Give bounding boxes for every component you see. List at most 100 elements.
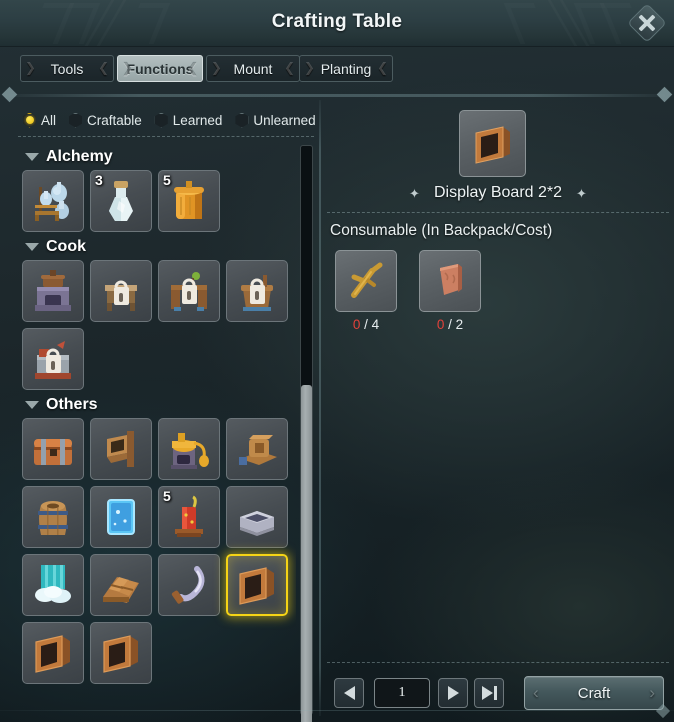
quantity-input[interactable]: 1 — [374, 678, 430, 708]
recipe-slot-quantity: 5 — [163, 172, 171, 188]
recipe-slot[interactable] — [226, 554, 288, 616]
material-cost-label: 0 / 2 — [437, 317, 463, 332]
recipe-slot[interactable] — [90, 554, 152, 616]
tab-tools[interactable]: ❯ Tools ❮ — [20, 55, 114, 82]
wood-crates-icon — [97, 561, 145, 609]
tab-bracket-right: ❮ — [187, 60, 198, 75]
tab-mount[interactable]: ❯ Mount ❮ — [206, 55, 300, 82]
recipe-slot-quantity: 3 — [95, 172, 103, 188]
material-slot[interactable] — [419, 250, 481, 312]
filter-radio-craftable[interactable]: Craftable — [68, 112, 142, 128]
tab-bracket-left: ❯ — [122, 60, 133, 75]
recipe-section-header-cook[interactable]: Cook — [25, 238, 296, 256]
sickle-icon — [165, 561, 213, 609]
filter-radio-unlearned[interactable]: Unlearned — [234, 112, 316, 128]
quantity-max-button[interactable] — [474, 678, 504, 708]
material-need-count: / 4 — [364, 317, 380, 332]
craft-bracket-left: ‹ — [533, 683, 539, 702]
quantity-decrease-button[interactable] — [334, 678, 364, 708]
recipe-section-header-alchemy[interactable]: Alchemy — [25, 148, 296, 166]
recipe-slot[interactable]: 3 — [90, 170, 152, 232]
potion-bottle-icon — [97, 177, 145, 225]
stone-stove-icon — [29, 267, 77, 315]
recipe-slot[interactable] — [90, 622, 152, 684]
recipe-slot[interactable] — [158, 418, 220, 480]
materials-list: 0 / 4 0 / 2 — [332, 250, 484, 332]
close-button[interactable] — [627, 3, 667, 43]
recipe-slot-quantity: 5 — [163, 488, 171, 504]
wooden-barrel-icon — [29, 493, 77, 541]
recipe-slot[interactable]: 5 — [158, 170, 220, 232]
material-slot[interactable] — [335, 250, 397, 312]
recipe-slot[interactable] — [22, 260, 84, 322]
tab-label: Planting — [320, 60, 372, 77]
recipe-list-viewport[interactable]: Alchemy 3 5 Cook Others 5 — [18, 142, 296, 714]
recipe-slot[interactable] — [22, 170, 84, 232]
recipe-slot[interactable] — [22, 622, 84, 684]
caret-down-icon — [25, 243, 39, 251]
copper-canister-icon — [165, 177, 213, 225]
tab-bracket-left: ❯ — [211, 60, 222, 75]
recipe-list-panel: All Craftable Learned Unlearned Alchemy 3 5… — [0, 100, 316, 722]
recipe-slot[interactable] — [90, 486, 152, 548]
skip-to-max-icon — [481, 686, 497, 700]
distillery-icon — [165, 425, 213, 473]
recipe-slot[interactable]: 5 — [158, 486, 220, 548]
detail-item-name: Display Board 2*2 — [433, 184, 563, 201]
tab-bracket-right: ❮ — [377, 60, 388, 75]
branch-icon — [342, 255, 390, 308]
recipe-scrollbar-thumb[interactable] — [301, 385, 312, 722]
tab-bracket-right: ❮ — [284, 60, 295, 75]
tab-planting[interactable]: ❯ Planting ❮ — [299, 55, 393, 82]
radio-hex-icon — [23, 112, 36, 128]
recipe-slot[interactable] — [22, 328, 84, 390]
firework-icon — [165, 493, 213, 541]
craft-action-bar: 1 ‹ Craft › — [322, 672, 674, 722]
waterfall-icon — [29, 561, 77, 609]
recipe-slot[interactable] — [90, 260, 152, 322]
material-entry: 0 / 4 — [332, 250, 400, 332]
radio-hex-icon — [154, 112, 168, 128]
recipe-slot[interactable] — [158, 554, 220, 616]
craft-button-label: Craft — [577, 684, 611, 702]
recipe-slot[interactable] — [22, 554, 84, 616]
recipe-slot[interactable] — [22, 486, 84, 548]
tab-label: Tools — [50, 60, 84, 77]
craft-button[interactable]: ‹ Craft › — [524, 676, 664, 710]
recipe-section-title: Others — [46, 396, 98, 413]
category-tabbar: ❯ Tools ❮ ❯ Functions ❮ ❯ Mount ❮ ❯ Planting ❮ — [0, 47, 674, 88]
filter-radio-learned[interactable]: Learned — [154, 112, 222, 128]
recipe-slot[interactable] — [226, 418, 288, 480]
recipe-slot[interactable] — [226, 260, 288, 322]
craftbar-divider — [327, 662, 669, 663]
recipe-slot[interactable] — [158, 260, 220, 322]
tab-functions[interactable]: ❯ Functions ❮ — [117, 55, 203, 82]
recipe-detail-panel: ✦ Display Board 2*2 ✦ Consumable (In Bac… — [322, 100, 674, 722]
filter-radio-label: All — [41, 112, 57, 128]
recipe-section-title: Alchemy — [46, 148, 113, 165]
sparkle-icon-left: ✦ — [409, 185, 420, 201]
storage-chest-icon — [29, 425, 77, 473]
radio-hex-icon — [235, 112, 249, 128]
detail-item-name-row: ✦ Display Board 2*2 ✦ — [322, 184, 674, 202]
panel-divider — [319, 100, 321, 716]
recipe-section-header-others[interactable]: Others — [25, 396, 296, 414]
filter-radio-label: Craftable — [87, 112, 142, 128]
crafting-table-window: Crafting Table ❯ Tools ❮ ❯ Functions ❮ ❯ Mount ❮… — [0, 0, 674, 722]
filter-radio-label: Unlearned — [253, 112, 316, 128]
detail-item-icon — [459, 110, 526, 177]
material-cost-label: 0 / 4 — [353, 317, 379, 332]
triangle-left-icon — [343, 686, 355, 700]
window-title: Crafting Table — [271, 11, 403, 32]
recipe-slot[interactable] — [226, 486, 288, 548]
recipe-slot[interactable] — [22, 418, 84, 480]
recipe-slot[interactable] — [90, 418, 152, 480]
header-divider — [9, 94, 665, 97]
caret-down-icon — [25, 153, 39, 161]
grinder-icon — [233, 425, 281, 473]
stone-trough-icon — [233, 493, 281, 541]
filter-radio-group: All Craftable Learned Unlearned — [22, 110, 316, 130]
quantity-increase-button[interactable] — [438, 678, 468, 708]
detail-divider — [327, 212, 669, 213]
filter-radio-all[interactable]: All — [22, 112, 57, 128]
